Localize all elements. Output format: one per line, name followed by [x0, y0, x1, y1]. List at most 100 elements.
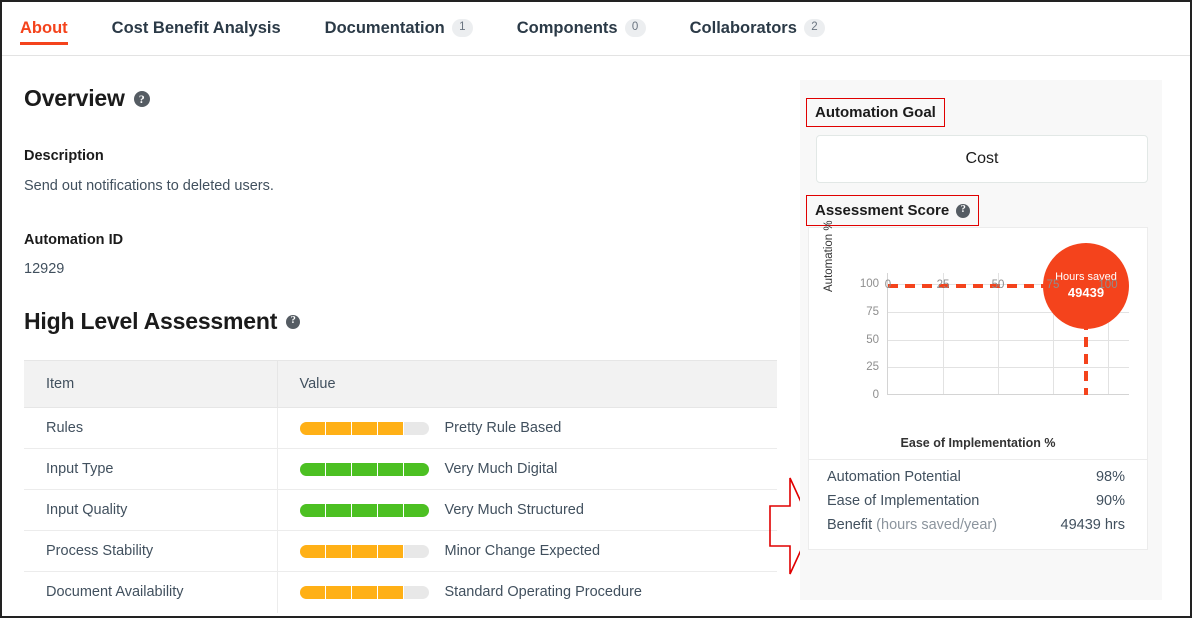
assessment-item-name: Rules	[24, 407, 278, 449]
automation-goal-label-annotated: Automation Goal	[806, 98, 945, 127]
rating-segment	[377, 503, 404, 517]
tab-bar: About Cost Benefit Analysis Documentatio…	[2, 2, 1190, 56]
assessment-item-value-cell: Very Much Structured	[277, 489, 777, 531]
automation-detail-page: About Cost Benefit Analysis Documentatio…	[0, 0, 1192, 618]
stat-label: Ease of Implementation	[827, 493, 979, 509]
assessment-rating-bar	[299, 544, 429, 558]
automation-goal-value: Cost	[965, 150, 999, 167]
help-icon[interactable]: ?	[956, 203, 971, 218]
rating-segment	[377, 585, 404, 599]
overview-title-text: Overview	[24, 85, 125, 111]
rating-segment	[377, 421, 404, 435]
help-icon[interactable]: ?	[286, 314, 301, 329]
rating-segment	[325, 544, 352, 558]
assessment-item-name: Input Type	[24, 448, 278, 490]
tab-documentation[interactable]: Documentation 1	[325, 2, 473, 54]
assessment-rating-bar	[299, 462, 429, 476]
assessment-rating-bar	[299, 585, 429, 599]
automation-goal-value-box[interactable]: Cost	[816, 135, 1148, 183]
table-row: Rules Pretty Rule Based	[24, 407, 777, 449]
rating-segment	[325, 585, 352, 599]
chart-gridline-horizontal	[888, 339, 1129, 341]
assessment-scatter-chart: Automation % 0 25 50 75 100 Hours saved 49439…	[809, 220, 1147, 459]
assessment-item-name: Process Stability	[24, 530, 278, 572]
tab-label: About	[20, 18, 68, 37]
rating-segment	[325, 503, 352, 517]
rating-segment	[351, 421, 378, 435]
chart-y-axis-label: Automation %	[823, 220, 835, 292]
tab-about[interactable]: About	[20, 2, 68, 54]
chart-x-axis-label: Ease of Implementation %	[900, 436, 1056, 450]
assessment-item-name: Input Quality	[24, 489, 278, 531]
stat-value: 98%	[1095, 469, 1125, 485]
stat-value: 49439 hrs	[1060, 517, 1126, 533]
rating-segment	[299, 503, 326, 517]
rating-segment	[351, 462, 378, 476]
rating-segment	[299, 421, 326, 435]
tab-badge-collaborators: 2	[803, 19, 825, 37]
stat-label-text: Benefit	[827, 517, 873, 533]
assessment-item-name: Document Availability	[24, 571, 278, 613]
stat-row: Ease of Implementation 90%	[827, 493, 1125, 509]
rating-segment	[351, 585, 378, 599]
assessment-value-label: Standard Operating Procedure	[444, 584, 643, 601]
assessment-score-label: Assessment Score	[815, 202, 950, 219]
assessment-rating-bar	[299, 421, 429, 435]
high-level-assessment-table: Item Value Rules Pretty Rule Based Input T…	[24, 360, 777, 613]
assessment-item-value-cell: Minor Change Expected	[277, 530, 777, 572]
rating-segment	[299, 585, 326, 599]
rating-segment	[377, 462, 404, 476]
table-row: Input Quality Very Much Structured	[24, 489, 777, 531]
tab-components[interactable]: Components 0	[517, 2, 646, 54]
rating-segment	[404, 586, 429, 599]
overview-heading: Overview ?	[24, 85, 150, 112]
chart-plot-area: Hours saved 49439 0 25 50 75 100	[885, 243, 1129, 395]
tab-collaborators[interactable]: Collaborators 2	[690, 2, 825, 54]
assessment-score-chart-card: Automation % 0 25 50 75 100 Hours saved 49439…	[808, 220, 1148, 460]
column-header-item: Item	[24, 360, 278, 408]
assessment-stats-card: Automation Potential 98% Ease of Implement…	[808, 460, 1148, 550]
assessment-value-label: Minor Change Expected	[444, 543, 601, 559]
rating-segment	[299, 544, 326, 558]
table-row: Input Type Very Much Digital	[24, 448, 777, 490]
stat-row: Benefit (hours saved/year) 49439 hrs	[827, 517, 1125, 533]
tab-cost-benefit-analysis[interactable]: Cost Benefit Analysis	[112, 2, 281, 54]
assessment-value-label: Very Much Structured	[444, 502, 584, 518]
rating-segment	[377, 544, 404, 558]
tab-badge-documentation: 1	[451, 19, 473, 37]
chart-x-tick-label: 100	[1098, 279, 1118, 291]
stat-value: 90%	[1095, 493, 1125, 509]
assessment-item-value-cell: Standard Operating Procedure	[277, 572, 777, 613]
chart-x-tick-label: 50	[991, 279, 1005, 291]
rating-segment	[351, 544, 378, 558]
automation-id-value: 12929	[24, 261, 65, 277]
chart-gridline-horizontal	[888, 367, 1129, 369]
table-row: Document Availability Standard Operating …	[24, 571, 777, 613]
stat-row: Automation Potential 98%	[827, 469, 1125, 485]
rating-segment	[403, 462, 429, 476]
chart-x-tick-label: 25	[936, 279, 950, 291]
stat-label: Benefit (hours saved/year)	[827, 517, 997, 533]
rating-segment	[404, 545, 429, 558]
assessment-value-label: Pretty Rule Based	[444, 420, 562, 436]
chart-y-tick-label: 0	[872, 389, 879, 401]
chart-x-tick-label: 75	[1046, 279, 1060, 291]
table-header-row: Item Value	[24, 360, 777, 408]
chart-y-tick-label: 50	[866, 333, 879, 346]
help-icon[interactable]: ?	[133, 90, 150, 107]
rating-segment	[325, 462, 352, 476]
assessment-side-panel: Automation Goal Cost Assessment Score ? …	[800, 80, 1162, 600]
assessment-item-value-cell: Pretty Rule Based	[277, 407, 777, 449]
description-label: Description	[24, 148, 104, 164]
stat-label-text: Ease of Implementation	[827, 493, 980, 509]
rating-segment	[351, 503, 378, 517]
assessment-value-label: Very Much Digital	[444, 461, 558, 477]
rating-segment	[404, 422, 429, 435]
table-row: Process Stability Minor Change Expected	[24, 530, 777, 572]
tab-badge-components: 0	[624, 19, 646, 37]
automation-id-label: Automation ID	[24, 232, 124, 248]
stat-label-text: Automation Potential	[827, 469, 961, 485]
rating-segment	[299, 462, 326, 476]
description-value: Send out notifications to deleted users.	[24, 178, 274, 194]
chart-y-tick-label: 100	[859, 278, 879, 291]
